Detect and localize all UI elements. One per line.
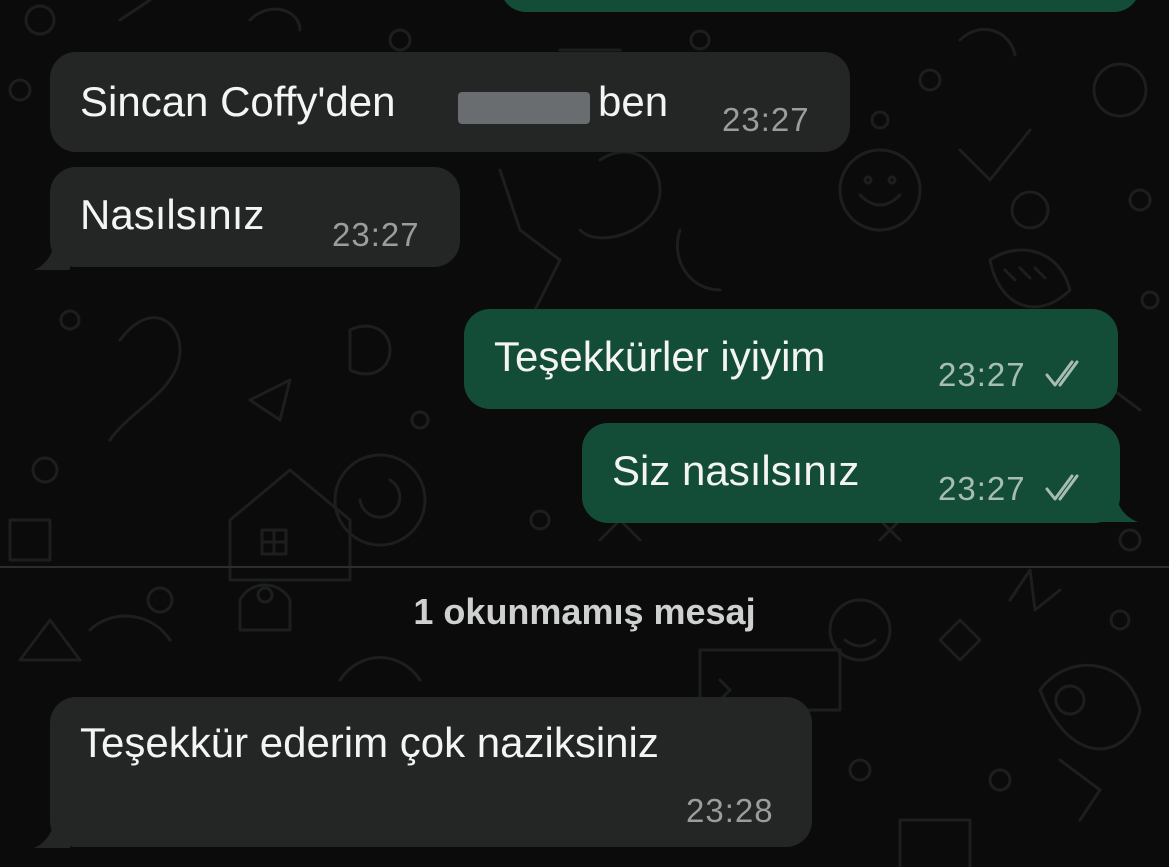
message-timestamp: 23:27	[332, 216, 420, 253]
message-text: Siz nasılsınız	[612, 447, 860, 494]
message-text: Teşekkürler iyiyim	[494, 333, 826, 380]
message-text: Sincan Coffy'den	[80, 78, 396, 125]
message-timestamp: 23:27	[938, 470, 1026, 507]
message-timestamp: 23:27	[722, 101, 810, 138]
message-bubble-outgoing-partial[interactable]	[500, 0, 1140, 12]
message-bubble-outgoing[interactable]: Teşekkürler iyiyim 23:27	[464, 309, 1118, 409]
message-text: Nasılsınız	[80, 191, 265, 238]
message-bubble-incoming[interactable]: Teşekkür ederim çok naziksiniz 23:28	[50, 697, 812, 847]
message-bubble-incoming[interactable]: Nasılsınız 23:27	[50, 167, 460, 267]
chat-view: Sincan Coffy'den ben 23:27 Nasılsınız 23…	[0, 0, 1169, 867]
redacted-name-block	[458, 92, 590, 124]
double-check-icon	[1045, 474, 1079, 501]
message-text-after-redaction: ben	[598, 78, 669, 125]
unread-messages-label: 1 okunmamış mesaj	[413, 591, 756, 632]
double-check-icon	[1045, 360, 1079, 387]
message-bubble-outgoing[interactable]: Siz nasılsınız 23:27	[582, 423, 1120, 523]
message-text: Teşekkür ederim çok naziksiniz	[80, 719, 659, 766]
message-bubble-incoming[interactable]: Sincan Coffy'den ben 23:27	[50, 52, 850, 152]
message-timestamp: 23:28	[686, 792, 774, 829]
message-timestamp: 23:27	[938, 356, 1026, 393]
unread-divider-line	[0, 566, 1169, 568]
